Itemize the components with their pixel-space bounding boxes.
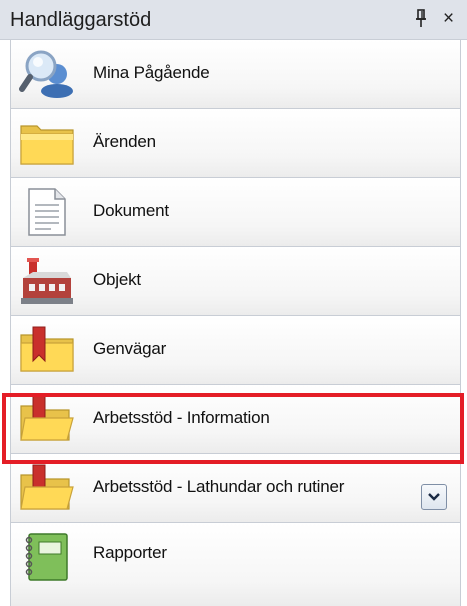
panel-titlebar: Handläggarstöd ×	[0, 0, 467, 40]
chevron-down-icon	[428, 493, 440, 501]
panel-title: Handläggarstöd	[10, 9, 152, 31]
nav-list: Mina Pågående Ärenden Dokument Objekt Ge…	[10, 40, 461, 606]
nav-item-objekt[interactable]: Objekt	[11, 247, 460, 316]
nav-item-label: Arbetsstöd - Information	[93, 408, 270, 427]
folder-icon	[19, 118, 75, 168]
nav-item-rapporter[interactable]: Rapporter	[11, 523, 460, 606]
nav-item-arbetsstod-information[interactable]: Arbetsstöd - Information	[11, 385, 460, 454]
navigation-panel: Handläggarstöd × Mina Pågående Ärenden D…	[0, 0, 467, 606]
bookmark-folder-open-icon	[19, 463, 75, 513]
nav-item-arenden[interactable]: Ärenden	[11, 109, 460, 178]
nav-item-label: Mina Pågående	[93, 63, 210, 82]
nav-item-label: Genvägar	[93, 339, 167, 358]
nav-item-label: Objekt	[93, 270, 141, 289]
magnifier-user-icon	[19, 49, 75, 99]
expand-dropdown-button[interactable]	[421, 484, 447, 510]
nav-item-dokument[interactable]: Dokument	[11, 178, 460, 247]
bookmark-folder-open-icon	[19, 394, 75, 444]
nav-item-arbetsstod-lathundar[interactable]: Arbetsstöd - Lathundar och rutiner	[11, 454, 460, 523]
building-icon	[19, 256, 75, 306]
nav-item-label: Arbetsstöd - Lathundar och rutiner	[93, 477, 345, 496]
close-icon[interactable]: ×	[443, 8, 454, 30]
bookmark-folder-icon	[19, 325, 75, 375]
document-icon	[19, 187, 75, 237]
nav-item-label: Ärenden	[93, 132, 156, 151]
nav-item-genvagar[interactable]: Genvägar	[11, 316, 460, 385]
notebook-icon	[19, 532, 75, 582]
nav-item-label: Dokument	[93, 201, 169, 220]
nav-item-mina-pagaende[interactable]: Mina Pågående	[11, 40, 460, 109]
pin-icon[interactable]	[415, 8, 429, 34]
nav-item-label: Rapporter	[93, 543, 167, 562]
